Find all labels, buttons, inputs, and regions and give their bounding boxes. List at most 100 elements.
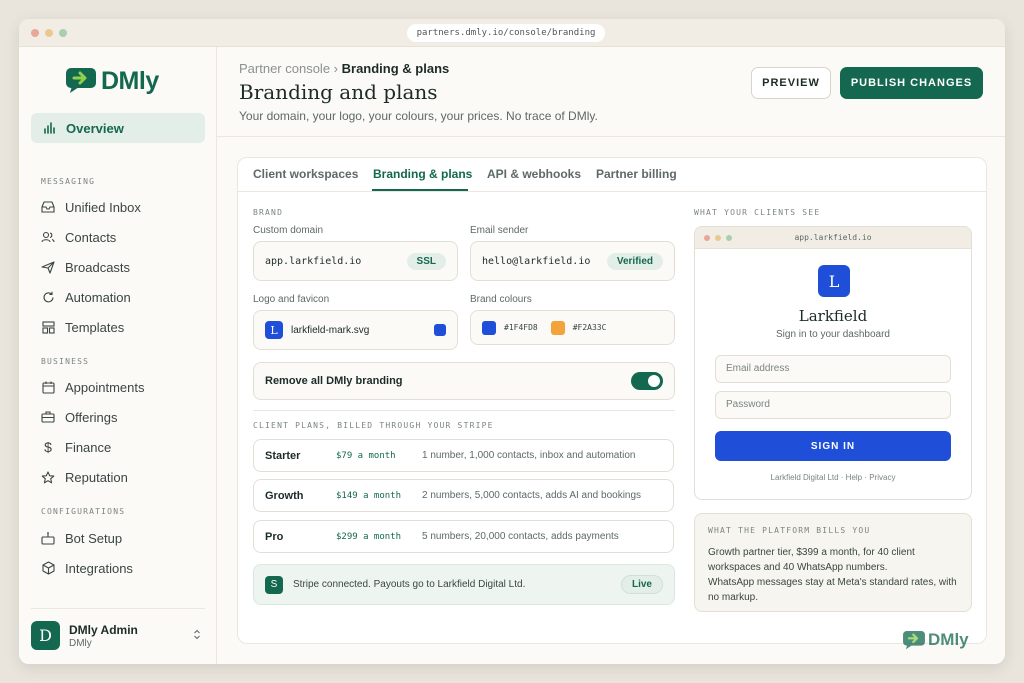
- ssl-badge: SSL: [406, 252, 446, 270]
- sidebar-item-broadcasts[interactable]: Broadcasts: [41, 257, 130, 277]
- sidebar-item-reputation[interactable]: Reputation: [41, 467, 128, 487]
- client-footer-links[interactable]: Larkfield Digital Ltd · Help · Privacy: [695, 473, 971, 482]
- chevron-updown-icon: [193, 627, 201, 645]
- tab-branding-plans[interactable]: Branding & plans: [373, 167, 472, 181]
- brand-name: DMly: [101, 66, 159, 95]
- plan-row-growth[interactable]: Growth $149 a month 2 numbers, 5,000 con…: [253, 479, 674, 512]
- footer-brand-name: DMly: [928, 630, 969, 649]
- email-sender-field[interactable]: hello@larkfield.io Verified: [470, 241, 675, 281]
- plan-description: 5 numbers, 20,000 contacts, adds payment…: [422, 531, 619, 542]
- sidebar-item-label: Integrations: [65, 560, 133, 576]
- sidebar-item-finance[interactable]: $ Finance: [41, 437, 111, 457]
- tab-partner-billing[interactable]: Partner billing: [596, 167, 677, 181]
- plan-description: 2 numbers, 5,000 contacts, adds AI and b…: [422, 490, 642, 501]
- brand-logo[interactable]: DMly: [66, 67, 159, 95]
- custom-domain-field[interactable]: app.larkfield.io SSL: [253, 241, 458, 281]
- section-messaging: MESSAGING: [41, 177, 96, 186]
- page-title: Branding and plans: [239, 80, 438, 104]
- section-business: BUSINESS: [41, 357, 90, 366]
- settings-card: Client workspaces Branding & plans API &…: [237, 157, 987, 649]
- sidebar-item-automation[interactable]: Automation: [41, 287, 131, 307]
- plan-price: $149 a month: [336, 490, 402, 501]
- publish-changes-button[interactable]: PUBLISH CHANGES: [840, 67, 983, 99]
- email-sender-value: hello@larkfield.io: [482, 255, 591, 267]
- client-login-preview: app.larkfield.io L Larkfield Sign in to …: [694, 226, 972, 500]
- section-configurations: CONFIGURATIONS: [41, 507, 126, 516]
- email-input[interactable]: Email address: [715, 355, 951, 383]
- tab-bar: Client workspaces Branding & plans API &…: [238, 158, 986, 192]
- platform-bill-heading: WHAT THE PLATFORM BILLS YOU: [708, 526, 871, 535]
- plan-name: Pro: [265, 530, 284, 543]
- remove-branding-toggle[interactable]: [631, 372, 663, 390]
- sidebar-item-label: Bot Setup: [65, 530, 123, 546]
- active-tab-indicator: [372, 189, 468, 191]
- maximize-dot[interactable]: [59, 29, 67, 37]
- colour-swatch-orange[interactable]: [550, 320, 565, 335]
- sidebar-item-templates[interactable]: Templates: [41, 317, 124, 337]
- stripe-status: S Stripe connected. Payouts go to Larkfi…: [253, 564, 675, 605]
- email-sender-label: Email sender: [470, 225, 529, 236]
- plans-heading: CLIENT PLANS, BILLED THROUGH YOUR STRIPE: [253, 421, 494, 430]
- bar-chart-icon: [42, 121, 56, 135]
- sidebar-item-unified-inbox[interactable]: Unified Inbox: [41, 197, 141, 217]
- template-icon: [41, 320, 55, 334]
- preview-url: app.larkfield.io: [794, 233, 872, 242]
- sign-in-button[interactable]: SIGN IN: [715, 431, 951, 461]
- sidebar-item-offerings[interactable]: Offerings: [41, 407, 118, 427]
- brand-colours-label: Brand colours: [470, 294, 532, 305]
- user-org: DMly: [69, 637, 92, 649]
- avatar: D: [31, 621, 60, 650]
- sidebar-item-label: Reputation: [65, 469, 128, 485]
- brand-colours-field: #1F4FD8 #F2A33C: [470, 310, 675, 345]
- logo-upload-field[interactable]: L larkfield-mark.svg: [253, 310, 458, 350]
- sidebar-item-overview[interactable]: Overview: [31, 113, 205, 143]
- divider: [253, 410, 675, 411]
- platform-bill-line1: Growth partner tier, $399 a month, for 4…: [708, 547, 915, 573]
- inbox-icon: [41, 200, 55, 214]
- send-icon: [41, 260, 55, 274]
- platform-bill-line2: WhatsApp messages stay at Meta's standar…: [708, 577, 957, 603]
- dollar-icon: $: [44, 439, 52, 455]
- custom-domain-value: app.larkfield.io: [265, 255, 362, 267]
- custom-domain-label: Custom domain: [253, 225, 324, 236]
- dmly-logo-icon: [66, 68, 96, 93]
- sidebar-item-label: Unified Inbox: [65, 199, 141, 215]
- password-input[interactable]: Password: [715, 391, 951, 419]
- page-subtitle: Your domain, your logo, your colours, yo…: [239, 109, 598, 123]
- sidebar-item-integrations[interactable]: Integrations: [41, 558, 133, 578]
- client-tagline: Sign in to your dashboard: [776, 329, 890, 340]
- brand-heading: BRAND: [253, 208, 284, 217]
- stripe-icon: S: [265, 575, 283, 594]
- address-bar[interactable]: partners.dmly.io/console/branding: [407, 24, 605, 42]
- breadcrumb-parent[interactable]: Partner console ›: [239, 61, 338, 76]
- logo-filename: larkfield-mark.svg: [291, 324, 370, 336]
- minimize-dot[interactable]: [45, 29, 53, 37]
- live-badge: Live: [620, 575, 663, 594]
- logo-label: Logo and favicon: [253, 294, 330, 305]
- plan-row-starter[interactable]: Starter $79 a month 1 number, 1,000 cont…: [253, 439, 674, 472]
- main-content: Partner console › Branding & plans Brand…: [217, 47, 1005, 664]
- close-dot[interactable]: [31, 29, 39, 37]
- sidebar-item-label: Contacts: [65, 229, 117, 245]
- verified-badge: Verified: [606, 252, 663, 270]
- dmly-logo-icon: [903, 630, 925, 649]
- sidebar-item-bot-setup[interactable]: Bot Setup: [41, 528, 122, 548]
- briefcase-icon: [41, 410, 55, 424]
- plan-price: $299 a month: [336, 531, 402, 542]
- sidebar-item-appointments[interactable]: Appointments: [41, 377, 145, 397]
- user-name: DMly Admin: [69, 622, 138, 637]
- favicon-swatch: [434, 324, 446, 336]
- sidebar: DMly Overview MESSAGING Unified Inbox Co…: [19, 47, 217, 664]
- sidebar-item-contacts[interactable]: Contacts: [41, 227, 116, 247]
- star-icon: [41, 470, 55, 484]
- plan-row-pro[interactable]: Pro $299 a month 5 numbers, 20,000 conta…: [253, 520, 674, 553]
- preview-button[interactable]: PREVIEW: [751, 67, 831, 99]
- tab-client-workspaces[interactable]: Client workspaces: [253, 167, 358, 181]
- colour-swatch-blue[interactable]: [482, 320, 496, 335]
- refresh-icon: [41, 290, 55, 304]
- sidebar-item-label: Finance: [65, 439, 112, 455]
- client-logo: L: [818, 265, 850, 297]
- tab-api-webhooks[interactable]: API & webhooks: [487, 167, 581, 181]
- colour-hex-2: #F2A33C: [572, 323, 607, 332]
- user-menu[interactable]: D DMly Admin DMly: [31, 608, 205, 652]
